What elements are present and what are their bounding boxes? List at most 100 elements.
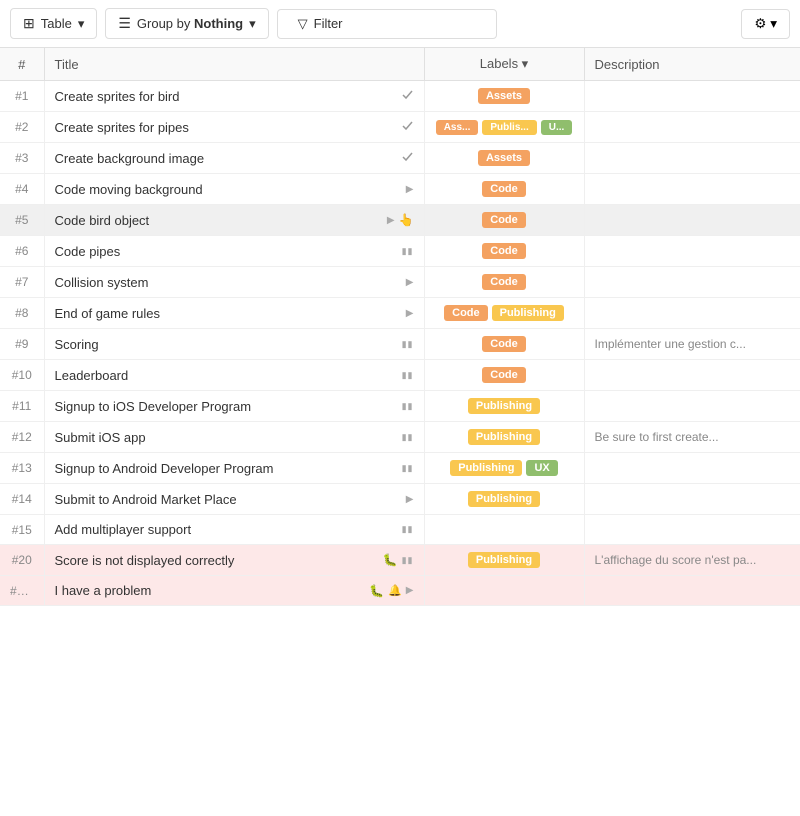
table-row[interactable]: #10Leaderboard▮▮Code xyxy=(0,360,800,391)
label-badge[interactable]: Assets xyxy=(478,150,530,166)
row-title[interactable]: End of game rules▶ xyxy=(44,298,424,329)
row-title[interactable]: Submit iOS app▮▮ xyxy=(44,422,424,453)
row-labels: CodePublishing xyxy=(424,298,584,329)
table-button[interactable]: Table xyxy=(10,8,97,39)
row-title[interactable]: Signup to Android Developer Program▮▮ xyxy=(44,453,424,484)
row-title[interactable]: Create sprites for bird xyxy=(44,81,424,112)
title-text: End of game rules xyxy=(55,306,406,321)
settings-button[interactable]: ⚙ xyxy=(741,9,790,39)
row-title[interactable]: Create sprites for pipes xyxy=(44,112,424,143)
label-badge[interactable]: Publishing xyxy=(468,552,540,568)
label-badge[interactable]: Ass... xyxy=(436,120,479,135)
row-labels: Publishing xyxy=(424,422,584,453)
table-label: Table xyxy=(41,16,72,31)
group-chevron-icon xyxy=(249,16,256,32)
table-chevron-icon xyxy=(78,16,85,32)
label-badge[interactable]: Code xyxy=(482,336,526,352)
title-text: Leaderboard xyxy=(55,368,402,383)
table-row[interactable]: #13Signup to Android Developer Program▮▮… xyxy=(0,453,800,484)
label-badge[interactable]: Code xyxy=(482,212,526,228)
label-badge[interactable]: Publishing xyxy=(450,460,522,476)
table-row[interactable]: #11Signup to iOS Developer Program▮▮Publ… xyxy=(0,391,800,422)
table-row[interactable]: #15Add multiplayer support▮▮ xyxy=(0,515,800,545)
label-badge[interactable]: Code xyxy=(444,305,488,321)
label-badge[interactable]: Code xyxy=(482,243,526,259)
row-title[interactable]: Code pipes▮▮ xyxy=(44,236,424,267)
title-text: Score is not displayed correctly xyxy=(55,553,383,568)
bell-icon: 🔔 xyxy=(388,584,402,597)
group-by-button[interactable]: Group by Nothing xyxy=(105,8,268,39)
title-text: Add multiplayer support xyxy=(55,522,402,537)
table-row[interactable]: #1Create sprites for birdAssets xyxy=(0,81,800,112)
row-description: Implémenter une gestion c... xyxy=(584,329,800,360)
pause-icon: ▮▮ xyxy=(402,463,414,474)
check-icon xyxy=(401,150,414,166)
title-text: Signup to iOS Developer Program xyxy=(55,399,402,414)
row-description xyxy=(584,174,800,205)
row-title[interactable]: Score is not displayed correctly🐛▮▮ xyxy=(44,545,424,576)
row-title[interactable]: Collision system▶ xyxy=(44,267,424,298)
row-number: #15 xyxy=(0,515,44,545)
table-row[interactable]: #3Create background imageAssets xyxy=(0,143,800,174)
label-badge[interactable]: Publishing xyxy=(468,429,540,445)
table-row[interactable]: #235I have a problem🐛🔔▶ xyxy=(0,576,800,606)
label-badge[interactable]: U... xyxy=(541,120,573,135)
row-number: #5 xyxy=(0,205,44,236)
label-badge[interactable]: Code xyxy=(482,181,526,197)
row-number: #6 xyxy=(0,236,44,267)
grid-icon xyxy=(23,15,35,32)
row-title[interactable]: I have a problem🐛🔔▶ xyxy=(44,576,424,606)
filter-button[interactable]: Filter xyxy=(277,9,497,39)
table-row[interactable]: #8End of game rules▶CodePublishing xyxy=(0,298,800,329)
row-title[interactable]: Submit to Android Market Place▶ xyxy=(44,484,424,515)
row-title[interactable]: Scoring▮▮ xyxy=(44,329,424,360)
title-text: Submit to Android Market Place xyxy=(55,492,406,507)
row-title[interactable]: Add multiplayer support▮▮ xyxy=(44,515,424,545)
label-badge[interactable]: UX xyxy=(526,460,557,476)
pause-icon: ▮▮ xyxy=(402,524,414,535)
label-badge[interactable]: Assets xyxy=(478,88,530,104)
row-description xyxy=(584,112,800,143)
row-labels: Code xyxy=(424,360,584,391)
table-row[interactable]: #9Scoring▮▮CodeImplémenter une gestion c… xyxy=(0,329,800,360)
row-number: #2 xyxy=(0,112,44,143)
title-text: Code moving background xyxy=(55,182,406,197)
label-badge[interactable]: Publishing xyxy=(468,491,540,507)
settings-chevron-icon xyxy=(770,16,777,32)
title-text: I have a problem xyxy=(55,583,370,598)
label-badge[interactable]: Code xyxy=(482,367,526,383)
row-description xyxy=(584,267,800,298)
table-row[interactable]: #2 Create sprites for pipes Ass...Publis..… xyxy=(0,112,800,143)
row-labels: PublishingUX xyxy=(424,453,584,484)
label-badge[interactable]: Code xyxy=(482,274,526,290)
table-row[interactable]: #6Code pipes▮▮ Code xyxy=(0,236,800,267)
row-title[interactable]: Create background image xyxy=(44,143,424,174)
label-badge[interactable]: Publishing xyxy=(468,398,540,414)
row-labels: Code xyxy=(424,205,584,236)
row-description xyxy=(584,515,800,545)
label-badge[interactable]: Publis... xyxy=(482,120,536,135)
row-title[interactable]: Signup to iOS Developer Program▮▮ xyxy=(44,391,424,422)
row-title[interactable]: Code bird object▶👆 xyxy=(44,205,424,236)
table-row[interactable]: #4Code moving background▶Code xyxy=(0,174,800,205)
pause-icon: ▮▮ xyxy=(402,339,414,350)
play-icon: ▶ xyxy=(406,277,414,288)
table-header-row: # Title Labels ▾ Description xyxy=(0,48,800,81)
table-row[interactable]: #5Code bird object▶👆 Code xyxy=(0,205,800,236)
row-labels: Assets xyxy=(424,81,584,112)
col-header-title: Title xyxy=(44,48,424,81)
label-badge[interactable]: Publishing xyxy=(492,305,564,321)
row-title[interactable]: Code moving background▶ xyxy=(44,174,424,205)
table-row[interactable]: #12Submit iOS app▮▮PublishingBe sure to … xyxy=(0,422,800,453)
table-row[interactable]: #20Score is not displayed correctly🐛▮▮Pu… xyxy=(0,545,800,576)
title-text: Code bird object xyxy=(55,213,387,228)
row-title[interactable]: Leaderboard▮▮ xyxy=(44,360,424,391)
group-label: Group by Nothing xyxy=(137,16,243,31)
row-labels: Publishing xyxy=(424,545,584,576)
play-icon: ▶ xyxy=(387,215,395,226)
table-row[interactable]: #14Submit to Android Market Place▶Publis… xyxy=(0,484,800,515)
table-row[interactable]: #7Collision system▶Code xyxy=(0,267,800,298)
check-icon xyxy=(401,119,414,135)
title-text: Create sprites for pipes xyxy=(55,120,401,135)
row-labels xyxy=(424,576,584,606)
